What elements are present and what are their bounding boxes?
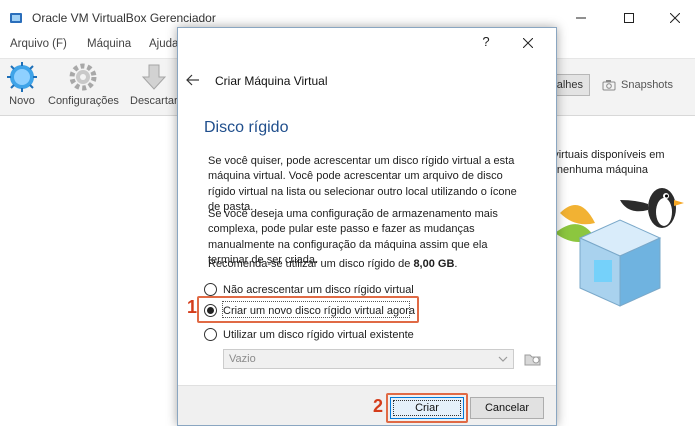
new-button-label: Novo — [9, 95, 35, 107]
wizard-footer: 2 Criar Cancelar — [178, 385, 556, 425]
help-button[interactable]: ? — [478, 34, 494, 52]
menu-help[interactable]: Ajuda — [149, 38, 178, 50]
vm-list[interactable] — [0, 117, 178, 426]
wizard-body: Disco rígido Se você quiser, pode acresc… — [178, 104, 556, 384]
choose-disk-file-button[interactable] — [522, 349, 544, 369]
option-existing-disk-label: Utilizar um disco rígido virtual existen… — [223, 328, 414, 341]
step-marker-2: 2 — [373, 396, 384, 416]
recommendation-text: Recomenda-se utilizar um disco rígido de… — [208, 258, 457, 270]
gear-icon — [69, 63, 97, 91]
discard-button-label: Descartar — [130, 95, 178, 107]
virtualbox-app-icon — [10, 13, 22, 23]
main-window-title: Oracle VM VirtualBox Gerenciador — [32, 11, 216, 25]
settings-button[interactable]: Configurações — [48, 61, 119, 107]
minimize-icon — [576, 17, 586, 19]
option-existing-disk[interactable]: Utilizar um disco rígido virtual existen… — [204, 326, 414, 343]
existing-disk-select[interactable]: Vazio — [223, 349, 514, 369]
camera-icon — [602, 80, 616, 91]
page-title: Disco rígido — [204, 119, 289, 136]
chevron-down-icon — [498, 356, 508, 362]
cancel-button[interactable]: Cancelar — [470, 397, 544, 419]
virtualbox-welcome-illustration — [555, 188, 684, 307]
main-close-button[interactable] — [660, 6, 690, 30]
close-icon — [670, 13, 680, 23]
tab-snapshots-label: Snapshots — [621, 79, 673, 91]
option-create-disk[interactable]: Criar um novo disco rígido virtual agora — [204, 302, 415, 319]
back-arrow-icon[interactable] — [186, 73, 200, 87]
new-vm-icon — [7, 62, 37, 92]
dialog-titlebar: ? — [178, 28, 556, 58]
discard-arrow-icon — [141, 64, 166, 90]
dialog-close-button[interactable] — [518, 34, 538, 52]
step-marker-1: 1 — [187, 297, 198, 317]
wizard-header: Criar Máquina Virtual — [178, 58, 556, 104]
recommended-size: 8,00 GB — [413, 258, 455, 270]
option-create-disk-label: Criar um novo disco rígido virtual agora — [223, 304, 415, 317]
settings-button-label: Configurações — [48, 95, 119, 107]
recommendation-prefix: Recomenda-se utilizar um disco rígido de — [208, 258, 414, 270]
minimize-button[interactable] — [566, 6, 596, 30]
radio-existing-disk[interactable] — [204, 328, 217, 341]
option-no-disk-label: Não acrescentar um disco rígido virtual — [223, 283, 414, 296]
maximize-button[interactable] — [614, 6, 644, 30]
tab-details-label: talhes — [553, 79, 583, 91]
folder-icon — [524, 354, 541, 366]
menu-file[interactable]: Arquivo (F) — [10, 38, 67, 50]
radio-create-disk[interactable] — [204, 304, 217, 317]
close-icon — [523, 38, 533, 48]
existing-disk-select-value: Vazio — [229, 353, 256, 365]
tab-snapshots[interactable]: Snapshots — [602, 74, 695, 96]
wizard-title: Criar Máquina Virtual — [215, 74, 328, 88]
new-button[interactable]: Novo — [6, 61, 38, 107]
radio-no-disk[interactable] — [204, 283, 217, 296]
discard-button[interactable]: Descartar — [130, 61, 178, 107]
recommendation-suffix: . — [454, 258, 458, 270]
menu-machine[interactable]: Máquina — [87, 38, 131, 50]
create-button[interactable]: Criar — [390, 397, 464, 419]
create-vm-dialog: ? Criar Máquina Virtual Disco rígido Se … — [177, 27, 557, 426]
maximize-icon — [624, 13, 634, 23]
